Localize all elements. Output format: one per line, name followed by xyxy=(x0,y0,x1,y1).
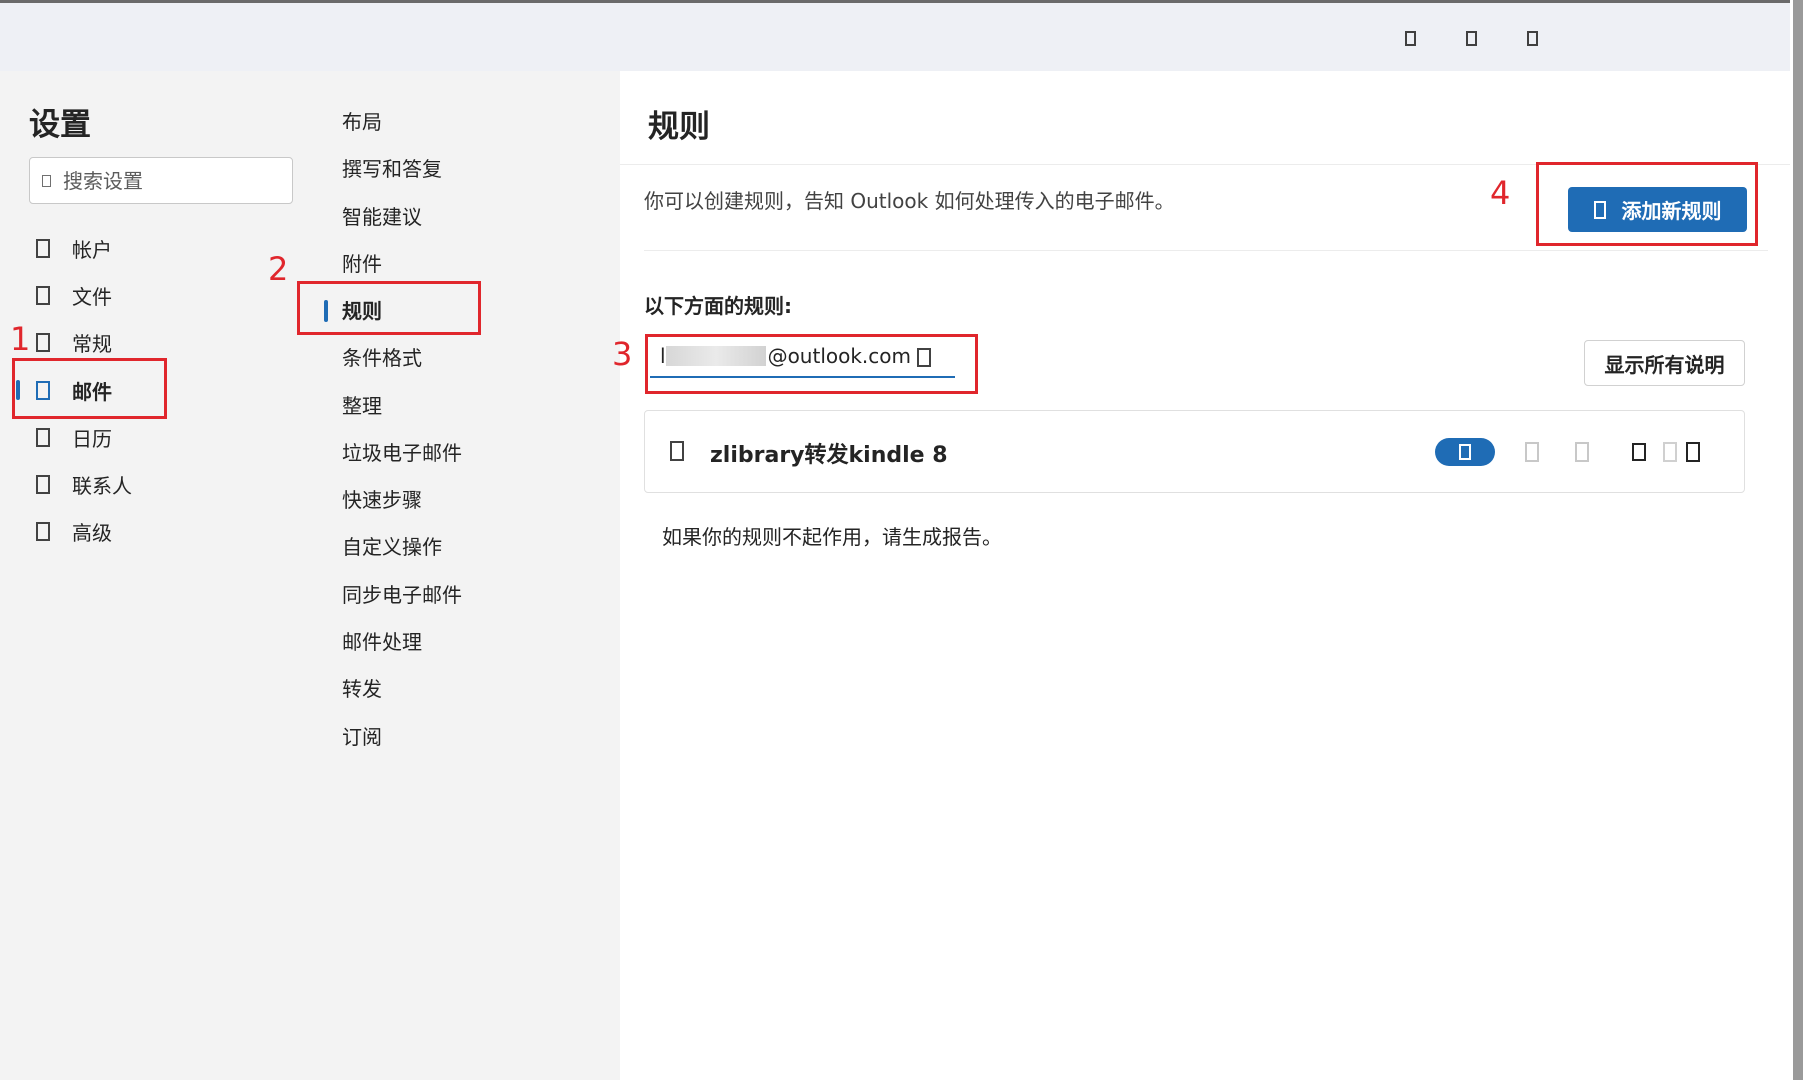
maximize-icon[interactable] xyxy=(1463,26,1479,50)
annotation-box-1 xyxy=(12,358,167,419)
annotation-number-4: 4 xyxy=(1490,174,1511,212)
nav-item-account[interactable]: 帐户 xyxy=(12,227,167,269)
nav-item-label: 帐户 xyxy=(72,237,112,262)
menu-item-conditional-formatting[interactable]: 条件格式 xyxy=(342,343,422,373)
file-icon xyxy=(36,285,50,305)
menu-item-sweep[interactable]: 整理 xyxy=(342,391,382,421)
person-icon xyxy=(36,238,50,258)
menu-item-quick-steps[interactable]: 快速步骤 xyxy=(342,485,422,515)
rule-row[interactable]: zlibrary转发kindle 8 xyxy=(644,410,1745,493)
annotation-box-4 xyxy=(1536,162,1758,246)
search-settings-box[interactable] xyxy=(29,157,293,204)
nav-item-label: 文件 xyxy=(72,284,112,309)
drag-handle-icon[interactable] xyxy=(670,441,684,461)
show-all-descriptions-button[interactable]: 显示所有说明 xyxy=(1584,340,1745,386)
minimize-icon[interactable] xyxy=(1402,26,1418,50)
menu-item-smart-suggestions[interactable]: 智能建议 xyxy=(342,202,422,232)
nav-item-files[interactable]: 文件 xyxy=(12,274,167,316)
advanced-icon xyxy=(36,521,50,541)
menu-item-custom-actions[interactable]: 自定义操作 xyxy=(342,532,442,562)
rule-enabled-toggle[interactable] xyxy=(1435,438,1495,466)
close-icon[interactable] xyxy=(1524,26,1540,50)
menu-item-message-handling[interactable]: 邮件处理 xyxy=(342,627,422,657)
delete-icon[interactable] xyxy=(1686,442,1700,462)
toggle-knob xyxy=(1459,444,1471,460)
nav-item-contacts[interactable]: 联系人 xyxy=(12,463,167,505)
settings-title: 设置 xyxy=(29,107,91,143)
copy-icon[interactable] xyxy=(1663,442,1677,462)
nav-item-advanced[interactable]: 高级 xyxy=(12,510,167,552)
window-right-border xyxy=(1790,0,1793,1080)
annotation-number-2: 2 xyxy=(268,250,289,288)
move-down-icon[interactable] xyxy=(1575,442,1589,462)
calendar-icon xyxy=(36,427,50,447)
annotation-number-3: 3 xyxy=(612,335,633,373)
menu-item-layout[interactable]: 布局 xyxy=(342,107,382,137)
nav-item-general[interactable]: 常规 xyxy=(12,321,167,363)
menu-item-subscriptions[interactable]: 订阅 xyxy=(342,722,382,752)
rules-description: 你可以创建规则，告知 Outlook 如何处理传入的电子邮件。 xyxy=(644,189,1175,213)
contacts-icon xyxy=(36,474,50,494)
menu-item-forwarding[interactable]: 转发 xyxy=(342,674,382,704)
search-icon xyxy=(42,174,51,187)
nav-item-label: 常规 xyxy=(72,331,112,356)
nav-item-label: 联系人 xyxy=(72,473,132,498)
gear-icon xyxy=(36,332,50,352)
rules-for-label: 以下方面的规则: xyxy=(644,294,792,318)
menu-item-attachments[interactable]: 附件 xyxy=(342,249,382,279)
annotation-number-1: 1 xyxy=(10,320,31,358)
title-bar xyxy=(0,3,1790,71)
menu-item-compose-reply[interactable]: 撰写和答复 xyxy=(342,154,442,184)
annotation-box-3 xyxy=(645,334,978,394)
annotation-box-2 xyxy=(297,281,481,335)
settings-sidebar: 设置 帐户 文件 常规 邮件 日历 联系人 高级 xyxy=(0,71,325,1080)
page-title: 规则 xyxy=(648,109,710,145)
edit-icon[interactable] xyxy=(1632,443,1646,461)
nav-item-label: 高级 xyxy=(72,520,112,545)
nav-item-calendar[interactable]: 日历 xyxy=(12,416,167,458)
window-right-edge xyxy=(1792,0,1803,1080)
rule-name: zlibrary转发kindle 8 xyxy=(710,443,948,468)
nav-item-label: 日历 xyxy=(72,426,112,451)
divider xyxy=(644,250,1768,251)
search-input[interactable] xyxy=(61,167,265,194)
rules-report-hint[interactable]: 如果你的规则不起作用，请生成报告。 xyxy=(662,521,1002,550)
menu-item-sync-email[interactable]: 同步电子邮件 xyxy=(342,580,462,610)
move-up-icon[interactable] xyxy=(1525,442,1539,462)
menu-item-junk-email[interactable]: 垃圾电子邮件 xyxy=(342,438,462,468)
